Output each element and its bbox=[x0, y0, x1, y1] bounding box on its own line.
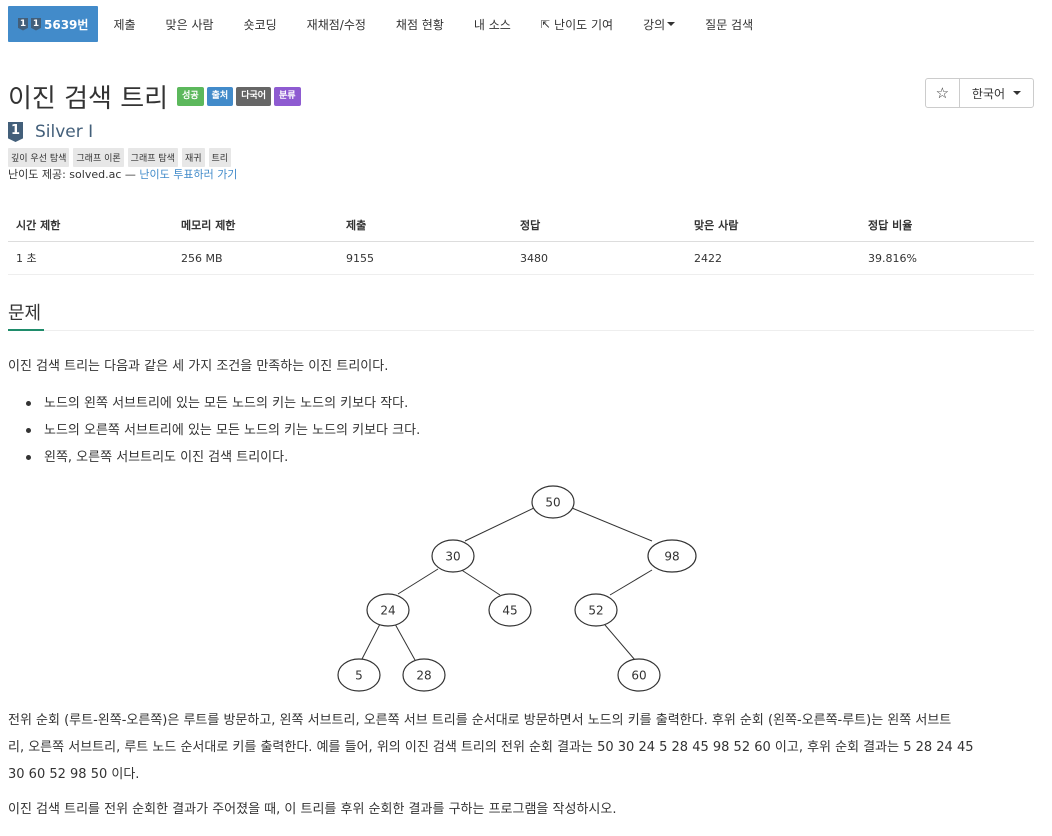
tree-node: 60 bbox=[617, 658, 661, 692]
stats-submissions: 9155 bbox=[338, 241, 512, 275]
label-source[interactable]: 출처 bbox=[206, 87, 234, 106]
difficulty-vote-link[interactable]: 난이도 투표하러 가기 bbox=[139, 168, 237, 181]
tree-edge bbox=[609, 569, 653, 596]
title-controls: ☆ 한국어 bbox=[924, 78, 1034, 108]
external-link-icon: ⇱ bbox=[540, 17, 551, 31]
task-description: 이진 검색 트리를 전위 순회한 결과가 주어졌을 때, 이 트리를 후위 순회… bbox=[8, 802, 617, 817]
section-divider bbox=[8, 330, 1034, 331]
stats-header-ratio: 정답 비율 bbox=[860, 209, 1034, 242]
tree-node: 24 bbox=[366, 593, 410, 627]
tag-recursion[interactable]: 재귀 bbox=[181, 148, 205, 167]
tree-node: 5 bbox=[337, 658, 381, 692]
tree-node-label: 52 bbox=[588, 604, 603, 618]
label-category[interactable]: 분류 bbox=[274, 87, 301, 106]
difficulty-prefix: 난이도 제공: solved.ac — bbox=[8, 168, 140, 181]
label-multilang[interactable]: 다국어 bbox=[236, 87, 272, 106]
language-label: 한국어 bbox=[971, 86, 1005, 101]
tree-node: 98 bbox=[647, 539, 697, 573]
tier-row: 1 Silver I bbox=[8, 122, 93, 142]
algorithm-tags: 깊이 우선 탐색 그래프 이론 그래프 탐색 재귀 트리 bbox=[8, 148, 235, 167]
tree-node: 45 bbox=[488, 593, 532, 627]
bst-diagram: 50 30 98 24 45 52 5 28 60 bbox=[337, 485, 697, 692]
tree-node: 52 bbox=[574, 593, 618, 627]
nav-lecture-label: 강의 bbox=[643, 17, 666, 32]
stats-memory-limit: 256 MB bbox=[173, 241, 338, 275]
tree-edge bbox=[604, 624, 636, 661]
tree-edge bbox=[361, 623, 381, 660]
nav-problem-number[interactable]: 1 1 5639번 bbox=[8, 6, 99, 42]
tree-edge bbox=[394, 623, 416, 661]
tree-node-label: 50 bbox=[545, 496, 560, 510]
nav-submit[interactable]: 제출 bbox=[98, 6, 150, 42]
tree-node-label: 30 bbox=[445, 550, 460, 564]
problem-nav: 1 1 5639번 제출 맞은 사람 숏코딩 재채점/수정 채점 현황 내 소스… bbox=[8, 6, 768, 42]
stats-header-memory-limit: 메모리 제한 bbox=[173, 209, 338, 242]
caret-down-icon bbox=[667, 22, 676, 26]
stats-header-time-limit: 시간 제한 bbox=[8, 209, 173, 242]
stats-accepted: 3480 bbox=[512, 241, 686, 275]
tier-icon: 1 bbox=[31, 17, 41, 31]
tier-name: Silver I bbox=[35, 122, 94, 142]
star-icon: ☆ bbox=[935, 84, 950, 102]
tier-badge-icon: 1 bbox=[8, 122, 23, 142]
section-title-problem: 문제 bbox=[8, 303, 42, 324]
stats-header-accepted: 정답 bbox=[512, 209, 686, 242]
problem-number: 5639번 bbox=[44, 17, 89, 32]
stats-ratio: 39.816% bbox=[860, 241, 1034, 275]
tree-node: 28 bbox=[402, 658, 446, 692]
tree-node-label: 45 bbox=[502, 604, 517, 618]
star-button[interactable]: ☆ bbox=[926, 79, 960, 107]
nav-difficulty-label: 난이도 기여 bbox=[554, 17, 614, 32]
tree-node-label: 5 bbox=[355, 669, 363, 683]
tree-edge bbox=[459, 568, 501, 596]
page-title: 이진 검색 트리 bbox=[8, 84, 169, 114]
tree-edge bbox=[397, 568, 439, 595]
nav-accepted-users[interactable]: 맞은 사람 bbox=[151, 6, 229, 42]
traversal-description-line: 리, 오른쪽 서브트리, 루트 노드 순서대로 키를 출력한다. 예를 들어, … bbox=[8, 740, 974, 755]
tree-node: 50 bbox=[531, 485, 575, 519]
language-dropdown[interactable]: 한국어 bbox=[960, 79, 1033, 107]
stats-header-accepted-users: 맞은 사람 bbox=[686, 209, 860, 242]
tree-node: 30 bbox=[431, 539, 475, 573]
section-divider-accent bbox=[8, 329, 44, 331]
tag-dfs[interactable]: 깊이 우선 탐색 bbox=[8, 148, 70, 167]
tree-node-label: 24 bbox=[380, 604, 395, 618]
condition-item: 노드의 오른쪽 서브트리에 있는 모든 노드의 키는 노드의 키보다 크다. bbox=[25, 417, 420, 444]
stats-header-submissions: 제출 bbox=[338, 209, 512, 242]
tag-graph-theory[interactable]: 그래프 이론 bbox=[73, 148, 124, 167]
nav-difficulty-contribution[interactable]: ⇱ 난이도 기여 bbox=[526, 6, 628, 42]
tag-graph-search[interactable]: 그래프 탐색 bbox=[127, 148, 178, 167]
tree-edge bbox=[571, 507, 653, 542]
caret-down-icon bbox=[1013, 91, 1021, 95]
traversal-description-line: 30 60 52 98 50 이다. bbox=[8, 767, 140, 782]
traversal-description-line: 전위 순회 (루트-왼쪽-오른쪽)은 루트를 방문하고, 왼쪽 서브트리, 오른… bbox=[8, 713, 952, 728]
nav-short-coding[interactable]: 숏코딩 bbox=[229, 6, 292, 42]
nav-my-source[interactable]: 내 소스 bbox=[459, 6, 526, 42]
nav-rejudge[interactable]: 재채점/수정 bbox=[292, 6, 381, 42]
title-row: 이진 검색 트리 성공 출처 다국어 분류 bbox=[8, 78, 301, 115]
nav-lecture-dropdown[interactable]: 강의 bbox=[628, 6, 690, 42]
tree-edge bbox=[464, 506, 537, 542]
stats-time-limit: 1 초 bbox=[8, 241, 173, 275]
description-intro: 이진 검색 트리는 다음과 같은 세 가지 조건을 만족하는 이진 트리이다. bbox=[8, 359, 389, 374]
stats-header-row: 시간 제한 메모리 제한 제출 정답 맞은 사람 정답 비율 bbox=[8, 209, 1034, 242]
tier-icon: 1 bbox=[18, 17, 28, 31]
difficulty-info: 난이도 제공: solved.ac — 난이도 투표하러 가기 bbox=[8, 166, 237, 182]
condition-item: 왼쪽, 오른쪽 서브트리도 이진 검색 트리이다. bbox=[25, 444, 420, 471]
stats-accepted-users: 2422 bbox=[686, 241, 860, 275]
tree-node-label: 60 bbox=[631, 669, 646, 683]
label-success[interactable]: 성공 bbox=[177, 87, 204, 106]
tree-node-label: 98 bbox=[664, 550, 679, 564]
stats-value-row: 1 초 256 MB 9155 3480 2422 39.816% bbox=[8, 241, 1034, 275]
tree-node-label: 28 bbox=[416, 669, 431, 683]
condition-list: 노드의 왼쪽 서브트리에 있는 모든 노드의 키는 노드의 키보다 작다. 노드… bbox=[25, 390, 420, 471]
nav-status[interactable]: 채점 현황 bbox=[381, 6, 459, 42]
condition-item: 노드의 왼쪽 서브트리에 있는 모든 노드의 키는 노드의 키보다 작다. bbox=[25, 390, 420, 417]
nav-question-search[interactable]: 질문 검색 bbox=[690, 6, 768, 42]
tag-tree[interactable]: 트리 bbox=[208, 148, 232, 167]
problem-stats-table: 시간 제한 메모리 제한 제출 정답 맞은 사람 정답 비율 1 초 256 M… bbox=[8, 209, 1034, 275]
